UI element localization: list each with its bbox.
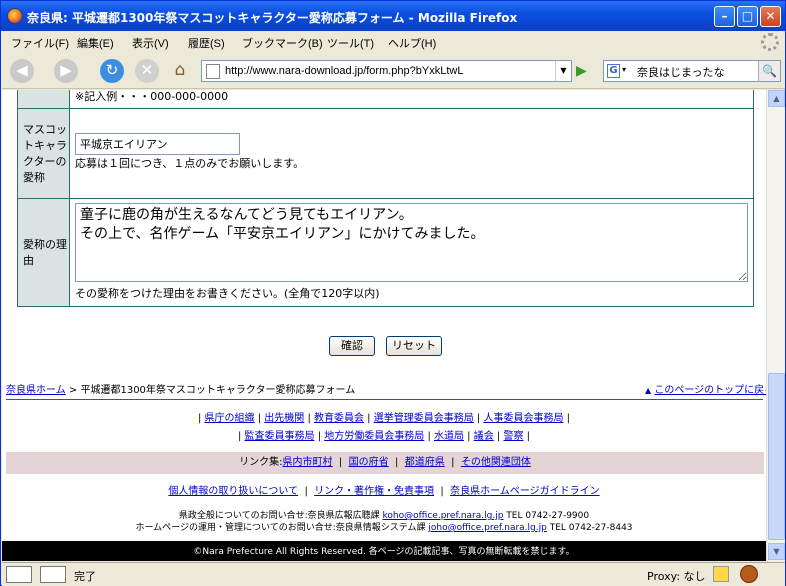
contact-2-email[interactable]: joho@office.pref.nara.lg.jp bbox=[428, 523, 546, 533]
confirm-button[interactable]: 確認 bbox=[329, 336, 375, 356]
proxy-status[interactable]: Proxy: なし bbox=[647, 568, 706, 584]
link-prefectures[interactable]: 都道府県 bbox=[405, 457, 445, 468]
breadcrumb-current: 平城遷都1300年祭マスコットキャラクター愛称応募フォーム bbox=[80, 385, 356, 396]
back-icon[interactable]: ◀ bbox=[10, 59, 34, 83]
breadcrumb-home-link[interactable]: 奈良県ホーム bbox=[6, 385, 66, 396]
menu-bookmarks[interactable]: ブックマーク(B) bbox=[242, 35, 323, 51]
link-personnel-commission[interactable]: 人事委員会事務局 bbox=[483, 413, 563, 424]
throbber-icon bbox=[761, 33, 779, 51]
link-assembly[interactable]: 議会 bbox=[474, 431, 494, 442]
org-links-row-2: | 監査委員事務局 | 地方労働委員会事務局 | 水道局 | 議会 | 警察 | bbox=[237, 431, 531, 442]
reason-textarea[interactable]: 童子に鹿の角が生えるなんてどう見てもエイリアン。 その上で、名作ゲーム「平安京エ… bbox=[75, 203, 748, 282]
scroll-up-icon[interactable]: ▲ bbox=[768, 90, 785, 107]
vertical-scrollbar[interactable]: ▲ ▼ bbox=[766, 90, 785, 561]
menu-tools[interactable]: ツール(T) bbox=[327, 35, 374, 51]
menu-history[interactable]: 履歴(S) bbox=[188, 35, 225, 51]
stop-icon[interactable]: ✕ bbox=[135, 59, 159, 83]
go-icon[interactable]: ▶ bbox=[576, 61, 594, 81]
mascot-name-input[interactable] bbox=[75, 133, 240, 155]
url-text: http://www.nara-download.jp/form.php?bYx… bbox=[225, 65, 464, 77]
policy-links: 個人情報の取り扱いについて | リンク・著作権・免責事項 | 奈良県ホームページ… bbox=[168, 486, 600, 497]
menu-help[interactable]: ヘルプ(H) bbox=[388, 35, 436, 51]
firefox-logo-icon bbox=[7, 8, 23, 24]
status-resize-icon[interactable] bbox=[40, 566, 66, 583]
divider bbox=[6, 399, 763, 400]
scrollbar-thumb[interactable] bbox=[768, 373, 785, 540]
minimize-button[interactable]: – bbox=[714, 6, 735, 27]
link-waterworks[interactable]: 水道局 bbox=[434, 431, 464, 442]
title-bar: 奈良県: 平城遷都1300年祭マスコットキャラクター愛称応募フォーム - Moz… bbox=[1, 1, 785, 31]
form-label-phone bbox=[17, 90, 70, 109]
copyright-footer: ©Nara Prefecture All Rights Reserved. 各ペ… bbox=[2, 541, 766, 561]
reason-note: その愛称をつけた理由をお書きください。(全角で120字以内) bbox=[75, 287, 380, 300]
form-label-mascot: マスコットキャラクターの愛称 bbox=[17, 108, 70, 199]
phone-example: ※記入例・・・000-000-0000 bbox=[69, 90, 754, 109]
url-dropdown-icon[interactable]: ▼ bbox=[555, 61, 571, 81]
link-labor-commission[interactable]: 地方労働委員会事務局 bbox=[324, 431, 424, 442]
navigation-toolbar: ◀ ▶ ↻ ✕ ⌂ http://www.nara-download.jp/fo… bbox=[2, 53, 785, 89]
addon-icon[interactable] bbox=[713, 566, 729, 582]
contact-line-2: ホームページの運用・管理についてのお問い合せ:奈良県情報システム課 joho@o… bbox=[2, 520, 766, 533]
link-guidelines[interactable]: 奈良県ホームページガイドライン bbox=[450, 486, 600, 497]
link-board-of-education[interactable]: 教育委員会 bbox=[314, 413, 364, 424]
page-top-link[interactable]: ▲ このページのトップに戻る bbox=[645, 381, 766, 396]
form-label-reason: 愛称の理由 bbox=[17, 198, 70, 307]
greasemonkey-icon[interactable] bbox=[740, 565, 758, 583]
link-election-commission[interactable]: 選挙管理委員会事務局 bbox=[374, 413, 474, 424]
mascot-note: 応募は１回につき、１点のみでお願いします。 bbox=[75, 157, 305, 170]
page-content: ※記入例・・・000-000-0000 マスコットキャラクターの愛称 応募は１回… bbox=[2, 90, 766, 561]
page-icon bbox=[206, 64, 220, 79]
link-municipalities[interactable]: 県内市町村 bbox=[283, 457, 333, 468]
link-ministries[interactable]: 国の府省 bbox=[349, 457, 389, 468]
page-top-label[interactable]: このページのトップに戻る bbox=[654, 385, 766, 396]
url-bar[interactable]: http://www.nara-download.jp/form.php?bYx… bbox=[201, 60, 572, 82]
link-prefectural-office[interactable]: 県庁の組織 bbox=[205, 413, 255, 424]
contact-2-tel: TEL 0742-27-8443 bbox=[549, 523, 633, 533]
status-panel-icon[interactable] bbox=[6, 566, 32, 583]
window-title: 奈良県: 平城遷都1300年祭マスコットキャラクター愛称応募フォーム - Moz… bbox=[27, 11, 518, 25]
link-related-orgs[interactable]: その他関連団体 bbox=[461, 457, 531, 468]
forward-icon[interactable]: ▶ bbox=[54, 59, 78, 83]
search-query[interactable]: 奈良はじまったな bbox=[637, 64, 725, 80]
link-branch-offices[interactable]: 出先機関 bbox=[264, 413, 304, 424]
reload-icon[interactable]: ↻ bbox=[100, 59, 124, 83]
menu-edit[interactable]: 編集(E) bbox=[77, 35, 114, 51]
browser-window: 奈良県: 平城遷都1300年祭マスコットキャラクター愛称応募フォーム - Moz… bbox=[0, 0, 786, 586]
menu-file[interactable]: ファイル(F) bbox=[11, 35, 69, 51]
status-text: 完了 bbox=[74, 570, 96, 583]
link-police[interactable]: 警察 bbox=[503, 431, 523, 442]
contact-2-text: ホームページの運用・管理についてのお問い合せ:奈良県情報システム課 bbox=[135, 523, 426, 533]
menu-bar: ファイル(F) 編集(E) 表示(V) 履歴(S) ブックマーク(B) ツール(… bbox=[2, 31, 785, 53]
link-privacy[interactable]: 個人情報の取り扱いについて bbox=[168, 486, 298, 497]
reset-button[interactable]: リセット bbox=[386, 336, 442, 356]
entry-form-table: ※記入例・・・000-000-0000 マスコットキャラクターの愛称 応募は１回… bbox=[17, 90, 754, 307]
breadcrumb: 奈良県ホーム > 平城遷都1300年祭マスコットキャラクター愛称応募フォーム bbox=[6, 381, 355, 396]
status-bar: 完了 Proxy: なし bbox=[2, 562, 785, 586]
home-icon[interactable]: ⌂ bbox=[168, 59, 192, 83]
link-collection-label: リンク集: bbox=[239, 457, 283, 468]
menu-view[interactable]: 表示(V) bbox=[132, 35, 169, 51]
link-collection-band: リンク集:県内市町村 | 国の府省 | 都道府県 | その他関連団体 bbox=[6, 452, 764, 474]
close-button[interactable]: ✕ bbox=[760, 6, 781, 27]
org-links-row-1: | 県庁の組織 | 出先機関 | 教育委員会 | 選挙管理委員会事務局 | 人事… bbox=[197, 413, 571, 424]
search-icon[interactable]: 🔍 bbox=[758, 61, 780, 81]
breadcrumb-separator: > bbox=[68, 385, 78, 396]
search-bar[interactable]: G ▾ 奈良はじまったな 🔍 bbox=[603, 60, 781, 82]
triangle-up-icon: ▲ bbox=[645, 386, 652, 395]
search-engine-dropdown-icon[interactable]: ▾ bbox=[622, 65, 626, 74]
link-audit-office[interactable]: 監査委員事務局 bbox=[245, 431, 315, 442]
search-engine-icon[interactable]: G bbox=[607, 64, 620, 78]
link-copyright[interactable]: リンク・著作権・免責事項 bbox=[314, 486, 434, 497]
scroll-down-icon[interactable]: ▼ bbox=[768, 543, 785, 560]
maximize-button[interactable]: □ bbox=[737, 6, 758, 27]
